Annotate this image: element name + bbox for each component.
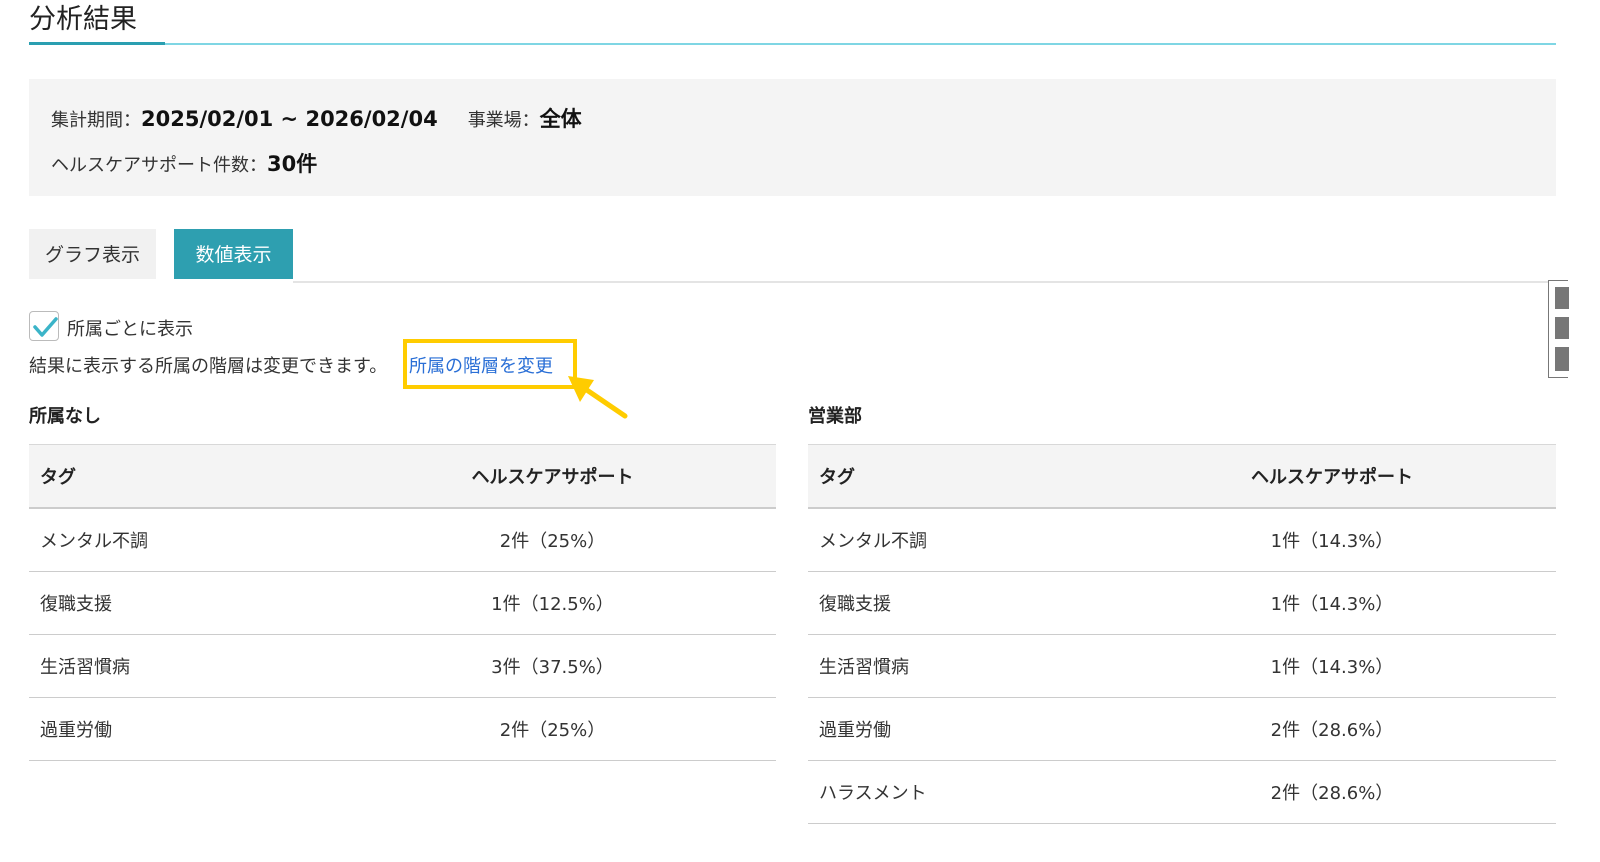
title-underline bbox=[29, 43, 1556, 45]
table-header-row: タグ ヘルスケアサポート bbox=[29, 444, 776, 509]
checkmark-icon bbox=[33, 317, 58, 337]
table-row: メンタル不調 2件（25%） bbox=[29, 508, 776, 572]
tag-cell: 復職支援 bbox=[29, 571, 329, 635]
title-underline-accent bbox=[29, 42, 165, 45]
table-row: 復職支援 1件（12.5%） bbox=[29, 571, 776, 635]
count-cell: 2件（25%） bbox=[329, 508, 776, 572]
table-row: 生活習慣病 1件（14.3%） bbox=[808, 634, 1556, 698]
table-row: 復職支援 1件（14.3%） bbox=[808, 571, 1556, 635]
count-value: 30件 bbox=[267, 152, 318, 176]
site-label: 事業場： bbox=[467, 110, 540, 131]
tab-number-view[interactable]: 数値表示 bbox=[174, 229, 293, 279]
count-label: ヘルスケアサポート件数： bbox=[51, 155, 267, 176]
tag-cell: ハラスメント bbox=[808, 760, 1108, 824]
table-row: ハラスメント 2件（28.6%） bbox=[808, 760, 1556, 824]
table-row: メンタル不調 1件（14.3%） bbox=[808, 508, 1556, 572]
tab-graph-view[interactable]: グラフ表示 bbox=[29, 229, 156, 279]
section-title-sales-department: 営業部 bbox=[808, 406, 862, 427]
tag-cell: 復職支援 bbox=[808, 571, 1108, 635]
count-cell: 2件（28.6%） bbox=[1108, 697, 1556, 761]
column-header-healthcare-support: ヘルスケアサポート bbox=[1108, 444, 1556, 509]
column-header-healthcare-support: ヘルスケアサポート bbox=[329, 444, 776, 509]
highlight-annotation-box bbox=[403, 339, 577, 389]
tag-cell: 生活習慣病 bbox=[808, 634, 1108, 698]
table-row: 生活習慣病 3件（37.5%） bbox=[29, 634, 776, 698]
hierarchy-hint-text: 結果に表示する所属の階層は変更できます。 bbox=[29, 356, 388, 377]
summary-row-count: ヘルスケアサポート件数：30件 bbox=[51, 148, 317, 178]
tag-table-sales-department: タグ ヘルスケアサポート メンタル不調 1件（14.3%） 復職支援 1件（14… bbox=[808, 444, 1556, 824]
period-label: 集計期間： bbox=[51, 110, 141, 131]
page-title: 分析結果 bbox=[29, 4, 137, 35]
group-by-department-checkbox[interactable] bbox=[29, 311, 59, 341]
section-title-no-department: 所属なし bbox=[29, 406, 101, 427]
period-value: 2025/02/01 ~ 2026/02/04 bbox=[141, 107, 438, 131]
tag-cell: メンタル不調 bbox=[29, 508, 329, 572]
tag-table-no-department: タグ ヘルスケアサポート メンタル不調 2件（25%） 復職支援 1件（12.5… bbox=[29, 444, 776, 761]
table-header-row: タグ ヘルスケアサポート bbox=[808, 444, 1556, 509]
count-cell: 2件（25%） bbox=[329, 697, 776, 761]
count-cell: 2件（28.6%） bbox=[1108, 760, 1556, 824]
count-cell: 1件（14.3%） bbox=[1108, 571, 1556, 635]
count-cell: 1件（14.3%） bbox=[1108, 634, 1556, 698]
side-panel-handle[interactable] bbox=[1548, 280, 1569, 378]
group-by-department-label[interactable]: 所属ごとに表示 bbox=[67, 315, 193, 341]
summary-row-period: 集計期間：2025/02/01 ~ 2026/02/04 事業場：全体 bbox=[51, 103, 582, 133]
tag-cell: 過重労働 bbox=[29, 697, 329, 761]
summary-panel: 集計期間：2025/02/01 ~ 2026/02/04 事業場：全体 ヘルスケア… bbox=[29, 79, 1556, 196]
table-row: 過重労働 2件（25%） bbox=[29, 697, 776, 761]
count-cell: 1件（12.5%） bbox=[329, 571, 776, 635]
count-cell: 1件（14.3%） bbox=[1108, 508, 1556, 572]
tab-divider bbox=[293, 281, 1556, 283]
count-cell: 3件（37.5%） bbox=[329, 634, 776, 698]
tag-cell: 生活習慣病 bbox=[29, 634, 329, 698]
column-header-tag: タグ bbox=[808, 444, 1108, 509]
column-header-tag: タグ bbox=[29, 444, 329, 509]
site-value: 全体 bbox=[539, 107, 582, 131]
table-row: 過重労働 2件（28.6%） bbox=[808, 697, 1556, 761]
tag-cell: メンタル不調 bbox=[808, 508, 1108, 572]
tag-cell: 過重労働 bbox=[808, 697, 1108, 761]
annotation-arrow-icon bbox=[568, 376, 628, 419]
